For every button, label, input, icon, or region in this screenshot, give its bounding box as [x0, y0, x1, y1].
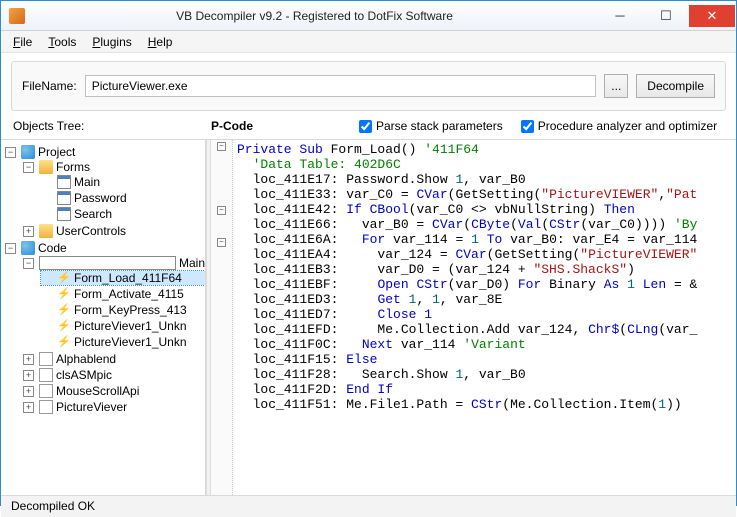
gutter: − − −	[211, 140, 233, 495]
module-icon	[39, 400, 53, 414]
fold-icon[interactable]: −	[217, 142, 226, 151]
event-icon: ⚡	[57, 303, 71, 317]
filename-input[interactable]	[85, 75, 597, 97]
proc-optimizer-input[interactable]	[521, 120, 534, 133]
menu-file[interactable]: File	[5, 33, 40, 51]
objects-tree-label: Objects Tree:	[13, 119, 193, 133]
decompile-button[interactable]: Decompile	[636, 74, 715, 98]
parse-stack-input[interactable]	[359, 120, 372, 133]
form-icon	[57, 191, 71, 205]
fold-icon[interactable]: −	[217, 238, 226, 247]
window-title: VB Decompiler v9.2 - Registered to DotFi…	[32, 9, 597, 23]
menu-tools[interactable]: Tools	[40, 33, 84, 51]
toggle-icon[interactable]: +	[23, 402, 34, 413]
tree-pv1[interactable]: PictureViever1_Unkn	[74, 319, 187, 333]
tree-main[interactable]: Main	[74, 175, 100, 189]
event-icon: ⚡	[57, 319, 71, 333]
main-area: −Project −Forms Main Password Search +Us…	[1, 139, 736, 495]
parse-stack-checkbox[interactable]: Parse stack parameters	[359, 119, 503, 133]
tree-forms[interactable]: Forms	[56, 160, 90, 174]
tree-alpha[interactable]: Alphablend	[56, 352, 116, 366]
toggle-icon[interactable]: −	[5, 147, 16, 158]
module-icon	[39, 352, 53, 366]
titlebar: VB Decompiler v9.2 - Registered to DotFi…	[1, 1, 736, 31]
menubar: File Tools Plugins Help	[1, 31, 736, 53]
folder-icon	[39, 160, 53, 174]
tree-formactivate[interactable]: Form_Activate_4115	[74, 287, 184, 301]
module-icon	[39, 384, 53, 398]
toggle-icon[interactable]: −	[23, 162, 34, 173]
tree-pic[interactable]: PictureViever	[56, 400, 127, 414]
tree-cls[interactable]: clsASMpic	[56, 368, 112, 382]
toggle-icon[interactable]: +	[23, 386, 34, 397]
toggle-icon[interactable]: −	[23, 258, 34, 269]
toolbar: FileName: ... Decompile	[11, 61, 726, 111]
status-bar: Decompiled OK	[1, 495, 736, 517]
minimize-button[interactable]: ─	[597, 5, 643, 27]
toggle-icon[interactable]: +	[23, 226, 34, 237]
event-icon: ⚡	[57, 287, 71, 301]
module-icon	[39, 256, 176, 270]
menu-help[interactable]: Help	[140, 33, 181, 51]
filename-label: FileName:	[22, 79, 77, 93]
project-icon	[21, 145, 35, 159]
pcode-label: P-Code	[211, 119, 341, 133]
tree-formkeypress[interactable]: Form_KeyPress_413	[74, 303, 187, 317]
proc-optimizer-checkbox[interactable]: Procedure analyzer and optimizer	[521, 119, 717, 133]
tree-search[interactable]: Search	[74, 207, 112, 221]
tree-code[interactable]: Code	[38, 241, 67, 255]
toggle-icon[interactable]: +	[23, 370, 34, 381]
status-text: Decompiled OK	[11, 499, 95, 513]
code-viewer[interactable]: − − − Private Sub Form_Load() '411F64 'D…	[211, 140, 736, 495]
maximize-button[interactable]: ☐	[643, 5, 689, 27]
tree-mouse[interactable]: MouseScrollApi	[56, 384, 139, 398]
app-icon	[9, 8, 25, 24]
tree-usercontrols[interactable]: UserControls	[56, 224, 126, 238]
form-icon	[57, 207, 71, 221]
tree-pv2[interactable]: PictureViever1_Unkn	[74, 335, 187, 349]
objects-tree[interactable]: −Project −Forms Main Password Search +Us…	[1, 140, 206, 495]
folder-icon	[39, 224, 53, 238]
project-icon	[21, 241, 35, 255]
tree-project[interactable]: Project	[38, 145, 75, 159]
fold-icon[interactable]: −	[217, 206, 226, 215]
tree-main2[interactable]: Main	[179, 256, 205, 270]
event-icon: ⚡	[57, 335, 71, 349]
toggle-icon[interactable]: −	[5, 243, 16, 254]
menu-plugins[interactable]: Plugins	[84, 33, 139, 51]
code-lines: Private Sub Form_Load() '411F64 'Data Ta…	[211, 140, 736, 414]
event-icon: ⚡	[57, 271, 71, 285]
browse-button[interactable]: ...	[604, 74, 628, 98]
toggle-icon[interactable]: +	[23, 354, 34, 365]
close-button[interactable]: ✕	[689, 5, 735, 27]
window-buttons: ─ ☐ ✕	[597, 5, 735, 27]
tree-formload[interactable]: Form_Load_411F64	[74, 271, 182, 285]
form-icon	[57, 175, 71, 189]
tree-password[interactable]: Password	[74, 191, 127, 205]
options-row: Objects Tree: P-Code Parse stack paramet…	[1, 117, 736, 139]
module-icon	[39, 368, 53, 382]
